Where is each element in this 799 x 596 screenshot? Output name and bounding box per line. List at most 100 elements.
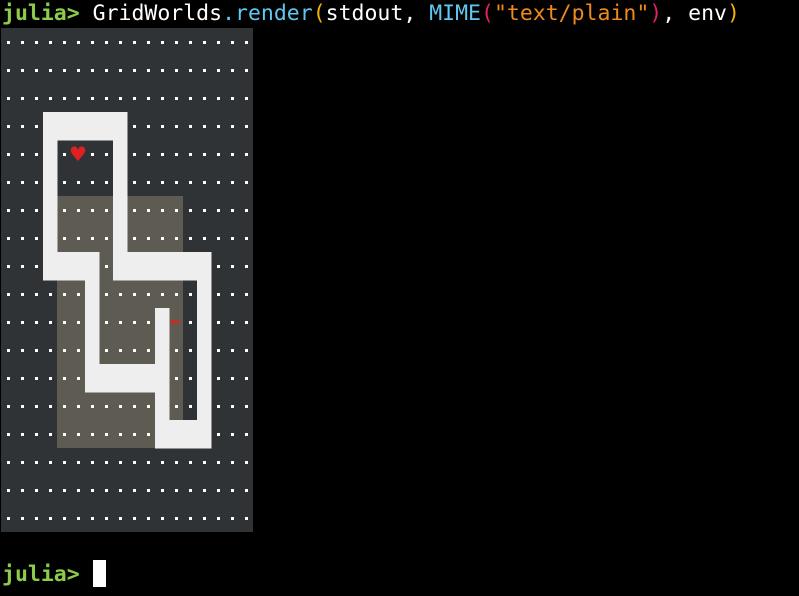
empty-cell-dot xyxy=(217,69,220,72)
empty-cell-dot xyxy=(231,321,234,324)
heart-icon: ♥ xyxy=(69,142,87,166)
empty-cell-dot xyxy=(147,349,150,352)
empty-cell-dot xyxy=(189,69,192,72)
empty-cell-dot xyxy=(217,349,220,352)
empty-cell-dot xyxy=(35,321,38,324)
prompt-2: julia> xyxy=(2,562,80,587)
empty-cell-dot xyxy=(231,209,234,212)
empty-cell-dot xyxy=(105,41,108,44)
empty-cell-dot xyxy=(147,41,150,44)
empty-cell-dot xyxy=(175,69,178,72)
wall-cell xyxy=(99,112,114,141)
empty-cell-dot xyxy=(147,489,150,492)
empty-cell-dot xyxy=(21,293,24,296)
empty-cell-dot xyxy=(147,69,150,72)
empty-cell-dot xyxy=(147,125,150,128)
wall-cell xyxy=(197,364,212,393)
empty-cell-dot xyxy=(217,321,220,324)
empty-cell-dot xyxy=(7,181,10,184)
empty-cell-dot xyxy=(105,321,108,324)
empty-cell-dot xyxy=(35,237,38,240)
empty-cell-dot xyxy=(77,377,80,380)
empty-cell-dot xyxy=(21,125,24,128)
empty-cell-dot xyxy=(35,517,38,520)
empty-cell-dot xyxy=(77,181,80,184)
wall-cell xyxy=(57,112,72,141)
empty-cell-dot xyxy=(217,97,220,100)
wall-cell xyxy=(71,252,86,281)
empty-cell-dot xyxy=(7,237,10,240)
empty-cell-dot xyxy=(21,321,24,324)
empty-cell-dot xyxy=(217,125,220,128)
empty-cell-dot xyxy=(189,153,192,156)
empty-cell-dot xyxy=(133,125,136,128)
empty-cell-dot xyxy=(189,405,192,408)
close-paren: ) xyxy=(726,1,740,26)
empty-cell-dot xyxy=(147,181,150,184)
empty-cell-dot xyxy=(133,405,136,408)
empty-cell-dot xyxy=(133,293,136,296)
empty-cell-dot xyxy=(91,405,94,408)
empty-cell-dot xyxy=(63,237,66,240)
empty-cell-dot xyxy=(133,517,136,520)
empty-cell-dot xyxy=(231,97,234,100)
empty-cell-dot xyxy=(133,69,136,72)
empty-cell-dot xyxy=(231,41,234,44)
empty-cell-dot xyxy=(63,377,66,380)
empty-cell-dot xyxy=(91,489,94,492)
empty-cell-dot xyxy=(21,377,24,380)
empty-cell-dot xyxy=(189,349,192,352)
empty-cell-dot xyxy=(189,97,192,100)
empty-cell-dot xyxy=(175,97,178,100)
empty-cell-dot xyxy=(203,97,206,100)
wall-cell xyxy=(197,308,212,337)
input-line[interactable]: julia> xyxy=(2,560,106,589)
empty-cell-dot xyxy=(77,433,80,436)
empty-cell-dot xyxy=(217,405,220,408)
empty-cell-dot xyxy=(161,125,164,128)
empty-cell-dot xyxy=(203,69,206,72)
wall-cell xyxy=(113,168,128,197)
empty-cell-dot xyxy=(91,97,94,100)
empty-cell-dot xyxy=(217,237,220,240)
empty-cell-dot xyxy=(21,489,24,492)
empty-cell-dot xyxy=(189,321,192,324)
empty-cell-dot xyxy=(147,405,150,408)
empty-cell-dot xyxy=(161,237,164,240)
empty-cell-dot xyxy=(231,517,234,520)
empty-cell-dot xyxy=(175,293,178,296)
empty-cell-dot xyxy=(63,461,66,464)
empty-cell-dot xyxy=(35,209,38,212)
empty-cell-dot xyxy=(203,209,206,212)
wall-cell xyxy=(113,252,128,281)
empty-cell-dot xyxy=(217,41,220,44)
empty-cell-dot xyxy=(7,349,10,352)
empty-cell-dot xyxy=(217,181,220,184)
empty-cell-dot xyxy=(105,69,108,72)
empty-cell-dot xyxy=(105,489,108,492)
empty-cell-dot xyxy=(175,125,178,128)
wall-cell xyxy=(155,364,170,393)
empty-cell-dot xyxy=(21,517,24,520)
empty-cell-dot xyxy=(35,405,38,408)
empty-cell-dot xyxy=(175,377,178,380)
command-line: julia> GridWorlds.render(stdout, MIME("t… xyxy=(2,0,740,28)
empty-cell-dot xyxy=(35,293,38,296)
empty-cell-dot xyxy=(105,153,108,156)
empty-cell-dot xyxy=(161,153,164,156)
wall-cell xyxy=(85,336,100,365)
empty-cell-dot xyxy=(119,41,122,44)
empty-cell-dot xyxy=(189,461,192,464)
empty-cell-dot xyxy=(231,349,234,352)
empty-cell-dot xyxy=(49,293,52,296)
empty-cell-dot xyxy=(105,97,108,100)
empty-cell-dot xyxy=(203,461,206,464)
empty-cell-dot xyxy=(147,97,150,100)
wall-cell xyxy=(99,364,114,393)
empty-cell-dot xyxy=(21,349,24,352)
empty-cell-dot xyxy=(217,517,220,520)
empty-cell-dot xyxy=(245,69,248,72)
empty-cell-dot xyxy=(119,433,122,436)
wall-cell xyxy=(127,252,142,281)
empty-cell-dot xyxy=(133,97,136,100)
